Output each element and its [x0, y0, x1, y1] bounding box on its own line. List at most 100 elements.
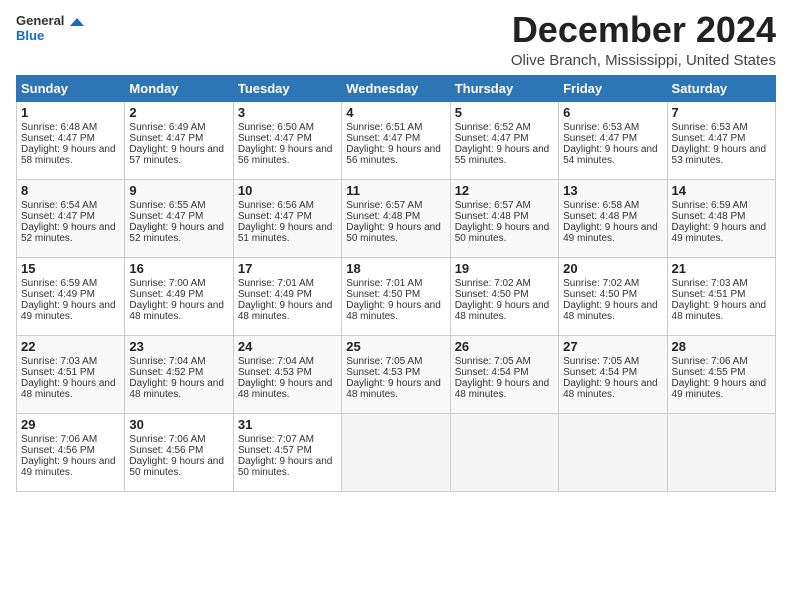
sunset: Sunset: 4:47 PM [21, 211, 95, 222]
calendar-cell: 19 Sunrise: 7:02 AM Sunset: 4:50 PM Dayl… [450, 257, 558, 335]
calendar-cell: 16 Sunrise: 7:00 AM Sunset: 4:49 PM Dayl… [125, 257, 233, 335]
sunrise: Sunrise: 7:05 AM [455, 356, 531, 367]
daylight: Daylight: 9 hours and 56 minutes. [346, 144, 441, 166]
calendar-cell: 3 Sunrise: 6:50 AM Sunset: 4:47 PM Dayli… [233, 101, 341, 179]
daylight: Daylight: 9 hours and 53 minutes. [672, 144, 767, 166]
calendar-cell [667, 413, 775, 491]
sunrise: Sunrise: 6:59 AM [672, 200, 748, 211]
sunset: Sunset: 4:54 PM [563, 367, 637, 378]
calendar-cell: 17 Sunrise: 7:01 AM Sunset: 4:49 PM Dayl… [233, 257, 341, 335]
day-number: 27 [563, 339, 662, 354]
calendar-cell: 30 Sunrise: 7:06 AM Sunset: 4:56 PM Dayl… [125, 413, 233, 491]
header-thursday: Thursday [450, 75, 558, 101]
sunrise: Sunrise: 7:05 AM [563, 356, 639, 367]
daylight: Daylight: 9 hours and 54 minutes. [563, 144, 658, 166]
day-number: 18 [346, 261, 445, 276]
calendar-cell: 14 Sunrise: 6:59 AM Sunset: 4:48 PM Dayl… [667, 179, 775, 257]
daylight: Daylight: 9 hours and 56 minutes. [238, 144, 333, 166]
day-number: 15 [21, 261, 120, 276]
daylight: Daylight: 9 hours and 48 minutes. [563, 300, 658, 322]
calendar-cell: 1 Sunrise: 6:48 AM Sunset: 4:47 PM Dayli… [17, 101, 125, 179]
header-monday: Monday [125, 75, 233, 101]
location: Olive Branch, Mississippi, United States [511, 52, 776, 69]
daylight: Daylight: 9 hours and 48 minutes. [21, 378, 116, 400]
logo: General Blue [16, 14, 84, 44]
day-number: 31 [238, 417, 337, 432]
calendar-cell: 11 Sunrise: 6:57 AM Sunset: 4:48 PM Dayl… [342, 179, 450, 257]
day-number: 19 [455, 261, 554, 276]
daylight: Daylight: 9 hours and 50 minutes. [238, 456, 333, 478]
calendar-week-1: 1 Sunrise: 6:48 AM Sunset: 4:47 PM Dayli… [17, 101, 776, 179]
sunrise: Sunrise: 6:51 AM [346, 122, 422, 133]
sunrise: Sunrise: 6:57 AM [455, 200, 531, 211]
calendar-cell: 5 Sunrise: 6:52 AM Sunset: 4:47 PM Dayli… [450, 101, 558, 179]
daylight: Daylight: 9 hours and 57 minutes. [129, 144, 224, 166]
calendar-cell: 6 Sunrise: 6:53 AM Sunset: 4:47 PM Dayli… [559, 101, 667, 179]
day-number: 1 [21, 105, 120, 120]
sunset: Sunset: 4:51 PM [672, 289, 746, 300]
sunset: Sunset: 4:56 PM [21, 445, 95, 456]
day-number: 5 [455, 105, 554, 120]
day-number: 12 [455, 183, 554, 198]
day-number: 16 [129, 261, 228, 276]
header-sunday: Sunday [17, 75, 125, 101]
sunrise: Sunrise: 6:52 AM [455, 122, 531, 133]
sunset: Sunset: 4:49 PM [21, 289, 95, 300]
daylight: Daylight: 9 hours and 50 minutes. [346, 222, 441, 244]
sunset: Sunset: 4:47 PM [238, 133, 312, 144]
sunset: Sunset: 4:55 PM [672, 367, 746, 378]
day-number: 4 [346, 105, 445, 120]
sunset: Sunset: 4:47 PM [238, 211, 312, 222]
sunrise: Sunrise: 6:50 AM [238, 122, 314, 133]
calendar-cell: 2 Sunrise: 6:49 AM Sunset: 4:47 PM Dayli… [125, 101, 233, 179]
day-number: 10 [238, 183, 337, 198]
sunrise: Sunrise: 7:06 AM [21, 434, 97, 445]
sunset: Sunset: 4:53 PM [346, 367, 420, 378]
sunset: Sunset: 4:54 PM [455, 367, 529, 378]
calendar-cell: 20 Sunrise: 7:02 AM Sunset: 4:50 PM Dayl… [559, 257, 667, 335]
day-number: 21 [672, 261, 771, 276]
daylight: Daylight: 9 hours and 48 minutes. [455, 378, 550, 400]
sunset: Sunset: 4:47 PM [346, 133, 420, 144]
day-number: 25 [346, 339, 445, 354]
sunset: Sunset: 4:51 PM [21, 367, 95, 378]
calendar-cell: 15 Sunrise: 6:59 AM Sunset: 4:49 PM Dayl… [17, 257, 125, 335]
calendar-cell: 21 Sunrise: 7:03 AM Sunset: 4:51 PM Dayl… [667, 257, 775, 335]
day-number: 26 [455, 339, 554, 354]
day-number: 20 [563, 261, 662, 276]
daylight: Daylight: 9 hours and 58 minutes. [21, 144, 116, 166]
sunset: Sunset: 4:47 PM [455, 133, 529, 144]
calendar-table: Sunday Monday Tuesday Wednesday Thursday… [16, 75, 776, 492]
sunset: Sunset: 4:57 PM [238, 445, 312, 456]
header-wednesday: Wednesday [342, 75, 450, 101]
daylight: Daylight: 9 hours and 52 minutes. [129, 222, 224, 244]
daylight: Daylight: 9 hours and 49 minutes. [21, 456, 116, 478]
sunset: Sunset: 4:47 PM [129, 133, 203, 144]
calendar-cell: 23 Sunrise: 7:04 AM Sunset: 4:52 PM Dayl… [125, 335, 233, 413]
calendar-cell: 7 Sunrise: 6:53 AM Sunset: 4:47 PM Dayli… [667, 101, 775, 179]
daylight: Daylight: 9 hours and 50 minutes. [455, 222, 550, 244]
sunrise: Sunrise: 7:05 AM [346, 356, 422, 367]
day-number: 9 [129, 183, 228, 198]
sunrise: Sunrise: 7:03 AM [21, 356, 97, 367]
calendar-cell: 24 Sunrise: 7:04 AM Sunset: 4:53 PM Dayl… [233, 335, 341, 413]
sunrise: Sunrise: 6:49 AM [129, 122, 205, 133]
sunrise: Sunrise: 6:54 AM [21, 200, 97, 211]
daylight: Daylight: 9 hours and 51 minutes. [238, 222, 333, 244]
calendar-cell: 27 Sunrise: 7:05 AM Sunset: 4:54 PM Dayl… [559, 335, 667, 413]
daylight: Daylight: 9 hours and 48 minutes. [129, 300, 224, 322]
sunset: Sunset: 4:47 PM [21, 133, 95, 144]
calendar-cell: 10 Sunrise: 6:56 AM Sunset: 4:47 PM Dayl… [233, 179, 341, 257]
sunrise: Sunrise: 7:03 AM [672, 278, 748, 289]
sunrise: Sunrise: 7:02 AM [455, 278, 531, 289]
daylight: Daylight: 9 hours and 48 minutes. [238, 300, 333, 322]
sunrise: Sunrise: 6:59 AM [21, 278, 97, 289]
daylight: Daylight: 9 hours and 48 minutes. [129, 378, 224, 400]
sunset: Sunset: 4:48 PM [672, 211, 746, 222]
daylight: Daylight: 9 hours and 49 minutes. [672, 222, 767, 244]
sunset: Sunset: 4:48 PM [455, 211, 529, 222]
day-number: 7 [672, 105, 771, 120]
day-number: 29 [21, 417, 120, 432]
sunrise: Sunrise: 7:06 AM [672, 356, 748, 367]
sunset: Sunset: 4:50 PM [346, 289, 420, 300]
